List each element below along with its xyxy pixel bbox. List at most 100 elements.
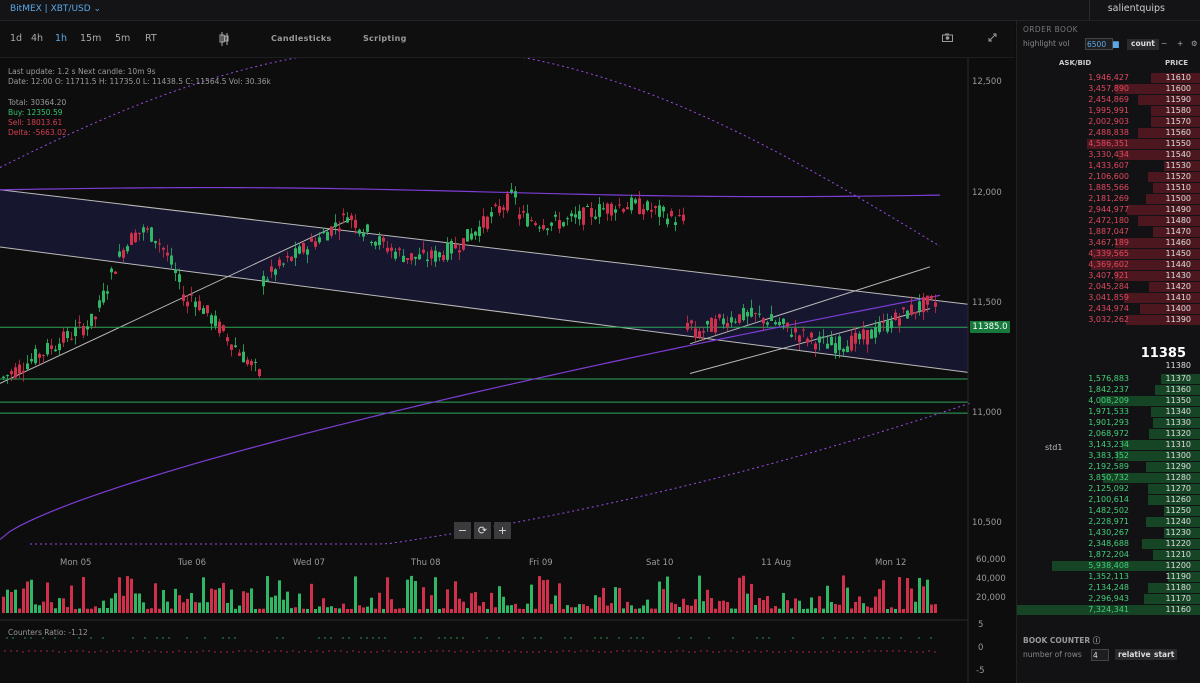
ask-row[interactable]: 2,181,269 11500	[1017, 194, 1200, 204]
bid-row[interactable]: 4,008,209 11350	[1017, 396, 1200, 406]
ask-row[interactable]: 2,002,903 11570	[1017, 117, 1200, 127]
candle-body	[634, 199, 637, 204]
reset-zoom-button[interactable]: ⟳	[474, 522, 491, 539]
plus-button[interactable]: +	[1177, 39, 1183, 50]
ask-row[interactable]: 2,454,869 11590	[1017, 95, 1200, 105]
counter-dot	[904, 650, 906, 652]
ask-row[interactable]: 2,488,838 11560	[1017, 128, 1200, 138]
bid-row[interactable]: 3,850,732 11280	[1017, 473, 1200, 483]
market-selector[interactable]: BitMEX | XBT/USD ⌄	[10, 4, 101, 14]
minus-button[interactable]: −	[1161, 39, 1167, 50]
bid-row[interactable]: 3,143,234 11310	[1017, 440, 1200, 450]
settings-icon[interactable]: ⚙	[1191, 39, 1198, 50]
candle-body	[782, 318, 785, 324]
counter-dot	[730, 650, 732, 652]
ask-row[interactable]: 4,586,351 11550	[1017, 139, 1200, 149]
camera-icon[interactable]	[942, 33, 953, 42]
counter-dot	[766, 650, 768, 652]
counter-dot	[628, 650, 630, 652]
count-button[interactable]: count	[1127, 39, 1159, 50]
bid-row[interactable]: 1,971,533 11340	[1017, 407, 1200, 417]
price-chart[interactable]: Last update: 1.2 s Next candle: 10m 9s D…	[0, 58, 1015, 683]
timeframe-1h[interactable]: 1h	[55, 33, 67, 44]
volume-bar	[474, 592, 477, 613]
volume-bar	[258, 608, 261, 613]
zoom-in-button[interactable]: +	[494, 522, 511, 539]
ask-row[interactable]: 1,995,991 11580	[1017, 106, 1200, 116]
ask-row[interactable]: 1,433,607 11530	[1017, 161, 1200, 171]
bid-row[interactable]: 1,842,237 11360	[1017, 385, 1200, 395]
bid-row[interactable]: 2,125,092 11270	[1017, 484, 1200, 494]
scripting-menu[interactable]: Scripting	[363, 34, 407, 43]
timeframe-5m[interactable]: 5m	[115, 33, 130, 44]
timeframe-rt[interactable]: RT	[145, 33, 157, 44]
counter-dot	[922, 651, 924, 653]
rows-input[interactable]	[1091, 649, 1109, 661]
bar-chart-icon[interactable]: ▆	[1113, 39, 1119, 50]
volume-bar	[374, 608, 377, 613]
bid-row[interactable]: 1,352,113 11190	[1017, 572, 1200, 582]
ask-row[interactable]: 4,339,565 11450	[1017, 249, 1200, 259]
ask-row[interactable]: 2,944,977 11490	[1017, 205, 1200, 215]
total-volume: Total: 30364.20	[8, 98, 67, 107]
bid-row[interactable]: 3,383,352 11300	[1017, 451, 1200, 461]
candle-body	[362, 233, 365, 237]
bid-row[interactable]: 2,068,972 11320	[1017, 429, 1200, 439]
zoom-out-button[interactable]: −	[454, 522, 471, 539]
candlesticks-menu[interactable]: Candlesticks	[271, 34, 332, 43]
candle-type-icon[interactable]	[219, 32, 229, 46]
bid-row[interactable]: 5,938,408 11200	[1017, 561, 1200, 571]
ask-row[interactable]: 3,041,859 11410	[1017, 293, 1200, 303]
bid-row[interactable]: 1,901,293 11330	[1017, 418, 1200, 428]
bid-row[interactable]: 1,872,204 11210	[1017, 550, 1200, 560]
bid-row[interactable]: 2,296,943 11170	[1017, 594, 1200, 604]
volume-bar	[698, 575, 701, 613]
start-button[interactable]: start	[1151, 649, 1178, 660]
ask-row[interactable]: 1,885,566 11510	[1017, 183, 1200, 193]
volume-bar	[234, 608, 237, 613]
bid-row[interactable]: 1,482,502 11250	[1017, 506, 1200, 516]
volume-bar	[38, 605, 41, 613]
bid-row[interactable]: 1,430,267 11230	[1017, 528, 1200, 538]
counter-dot	[22, 651, 24, 653]
bid-row[interactable]: 7,324,341 11160	[1017, 605, 1200, 615]
ask-row[interactable]: 1,887,047 11470	[1017, 227, 1200, 237]
volume-bar	[522, 608, 525, 613]
candle-body	[250, 361, 253, 366]
price-tick: 11,500	[972, 298, 1002, 308]
ask-row[interactable]: 1,946,427 11610	[1017, 73, 1200, 83]
bid-row[interactable]: 2,134,248 11180	[1017, 583, 1200, 593]
timeframe-4h[interactable]: 4h	[31, 33, 43, 44]
chart-canvas[interactable]	[0, 58, 1015, 683]
ask-row[interactable]: 3,407,921 11430	[1017, 271, 1200, 281]
ask-row[interactable]: 2,434,974 11400	[1017, 304, 1200, 314]
username[interactable]: salientquips	[1108, 3, 1165, 14]
highlight-vol-input[interactable]	[1085, 38, 1113, 50]
ask-row[interactable]: 3,330,434 11540	[1017, 150, 1200, 160]
ask-row[interactable]: 4,369,602 11440	[1017, 260, 1200, 270]
order-size: 4,369,602	[1088, 260, 1129, 269]
ask-row[interactable]: 2,106,600 11520	[1017, 172, 1200, 182]
help-icon[interactable]: ⓘ	[1093, 636, 1101, 645]
counter-dot	[652, 651, 654, 653]
bid-row[interactable]: 2,192,589 11290	[1017, 462, 1200, 472]
volume-bar	[306, 608, 309, 613]
candle-body	[610, 203, 613, 216]
ask-row[interactable]: 2,472,180 11480	[1017, 216, 1200, 226]
timeframe-1d[interactable]: 1d	[10, 33, 22, 44]
timeframe-15m[interactable]: 15m	[80, 33, 101, 44]
volume-bar	[794, 598, 797, 613]
bid-row[interactable]: 1,576,883 11370	[1017, 374, 1200, 384]
ask-row[interactable]: 2,045,284 11420	[1017, 282, 1200, 292]
counter-dot	[846, 637, 848, 639]
ask-row[interactable]: 3,032,262 11390	[1017, 315, 1200, 325]
counter-dot	[700, 650, 702, 652]
bid-row[interactable]: 2,228,971 11240	[1017, 517, 1200, 527]
volume-bar	[638, 608, 641, 613]
fullscreen-icon[interactable]	[988, 33, 997, 42]
ask-row[interactable]: 3,457,890 11600	[1017, 84, 1200, 94]
ask-row[interactable]: 3,467,189 11460	[1017, 238, 1200, 248]
relative-button[interactable]: relative	[1115, 649, 1154, 660]
bid-row[interactable]: 2,348,688 11220	[1017, 539, 1200, 549]
bid-row[interactable]: 2,100,614 11260	[1017, 495, 1200, 505]
